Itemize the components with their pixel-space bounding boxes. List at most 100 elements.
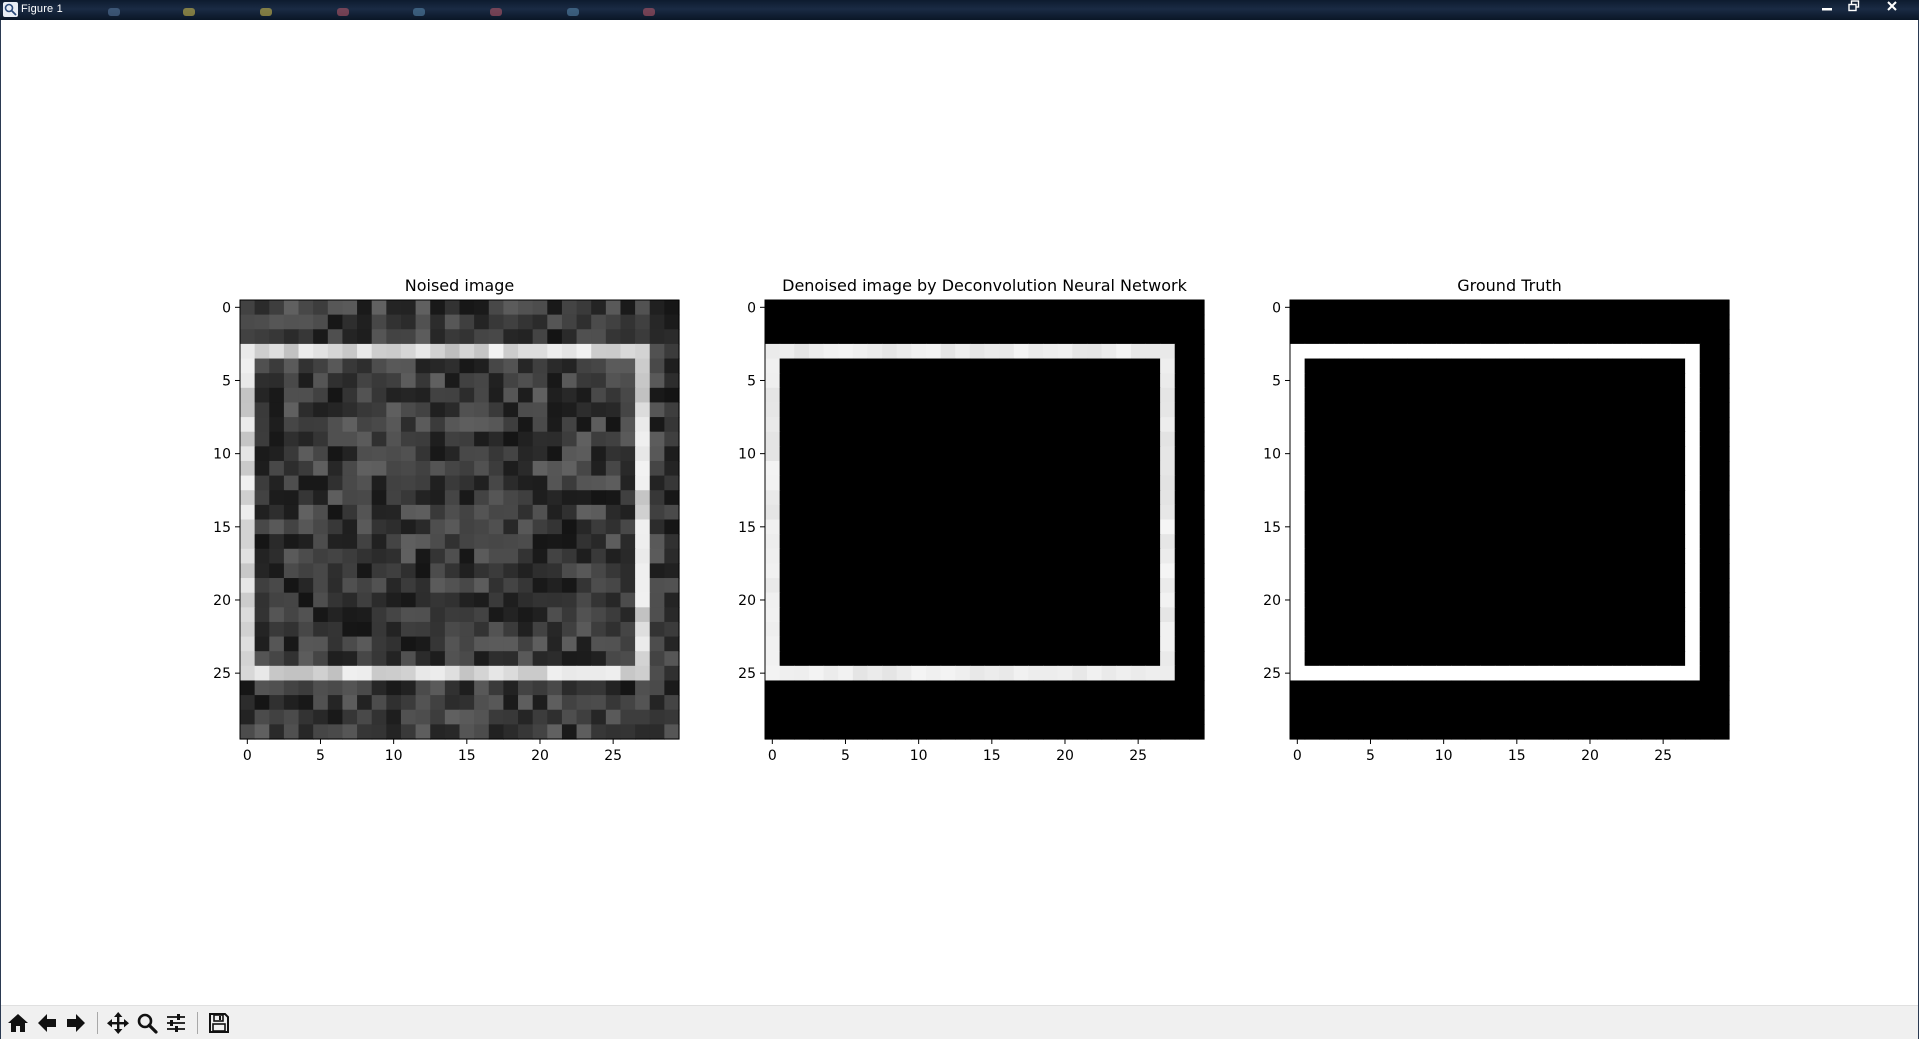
heatmap-cell <box>1043 548 1059 564</box>
heatmap-cell <box>999 651 1015 667</box>
heatmap-cell <box>1290 621 1306 638</box>
heatmap-cell <box>1714 548 1730 564</box>
heatmap-cell <box>1160 504 1176 521</box>
heatmap-cell <box>400 314 417 330</box>
heatmap-cell <box>1057 709 1073 725</box>
heatmap-cell <box>1377 651 1394 667</box>
heatmap-cell <box>1421 417 1437 433</box>
heatmap-cell <box>1626 460 1642 477</box>
heatmap-cell <box>1670 578 1686 594</box>
heatmap-cell <box>794 621 810 638</box>
heatmap-cell <box>400 519 417 535</box>
heatmap-cell <box>1145 563 1161 579</box>
heatmap-cell <box>794 607 810 623</box>
heatmap-cell <box>1655 387 1672 404</box>
heatmap-cell <box>1130 490 1147 506</box>
heatmap-cell <box>1568 402 1584 418</box>
heatmap-cell <box>283 314 300 330</box>
heatmap-cell <box>1465 417 1481 433</box>
heatmap-cell <box>547 680 563 696</box>
heatmap-cell <box>605 387 622 404</box>
heatmap-cell <box>838 578 854 594</box>
heatmap-cell <box>1072 680 1088 696</box>
pan-button[interactable] <box>105 1010 131 1036</box>
heatmap-cell <box>444 475 461 491</box>
heatmap-cell <box>298 548 314 564</box>
heatmap-cell <box>371 519 387 535</box>
heatmap-cell <box>852 504 869 521</box>
heatmap-cell <box>430 651 446 667</box>
heatmap-cell <box>1685 709 1701 725</box>
heatmap-cell <box>852 300 869 316</box>
heatmap-cell <box>1611 329 1628 345</box>
home-button[interactable] <box>5 1010 31 1036</box>
heatmap-cell <box>1524 504 1540 521</box>
heatmap-cell <box>1611 578 1628 594</box>
heatmap-cell <box>896 651 912 667</box>
heatmap-cell <box>808 695 825 711</box>
restore-button[interactable] <box>1842 0 1866 18</box>
heatmap-cell <box>1407 680 1423 696</box>
heatmap-cell <box>430 387 446 404</box>
heatmap-cell <box>984 534 1000 550</box>
heatmap-cell <box>415 578 431 594</box>
heatmap-cell <box>1130 300 1147 316</box>
heatmap-cell <box>1348 358 1364 374</box>
heatmap-cell <box>1189 446 1205 462</box>
heatmap-cell <box>1130 621 1147 638</box>
heatmap-cell <box>576 358 592 374</box>
heatmap-cell <box>1072 578 1088 594</box>
back-button[interactable] <box>34 1010 60 1036</box>
heatmap-cell <box>1101 724 1117 740</box>
heatmap-cell <box>1319 314 1335 330</box>
heatmap-cell <box>1465 578 1481 594</box>
save-button[interactable] <box>206 1010 232 1036</box>
heatmap-cell <box>1480 578 1496 594</box>
heatmap-cell <box>896 578 912 594</box>
heatmap-cell <box>1145 431 1161 447</box>
heatmap-cell <box>1290 314 1306 330</box>
forward-button[interactable] <box>63 1010 89 1036</box>
heatmap-cell <box>1509 475 1525 491</box>
heatmap-cell <box>1028 578 1044 594</box>
title-bar[interactable]: Figure 1 <box>0 0 1919 20</box>
heatmap-cell <box>1568 695 1584 711</box>
heatmap-cell <box>1348 592 1364 608</box>
heatmap-cell <box>503 680 519 696</box>
heatmap-cell <box>1553 724 1569 740</box>
heatmap-cell <box>779 446 795 462</box>
heatmap-cell <box>1304 709 1320 725</box>
heatmap-cell <box>1101 534 1117 550</box>
configure-subplots-button[interactable] <box>163 1010 189 1036</box>
figure-canvas[interactable]: Noised image 0 5 10 15 20 25 0 5 10 15 20 25 Denoised… <box>0 20 1919 1005</box>
heatmap-cell <box>823 446 839 462</box>
heatmap-cell <box>808 373 825 389</box>
heatmap-cell <box>808 563 825 579</box>
heatmap-cell <box>327 387 344 404</box>
heatmap-cell <box>1407 665 1423 682</box>
heatmap-cell <box>969 695 986 711</box>
heatmap-cell <box>1130 548 1147 564</box>
heatmap-cell <box>357 460 373 477</box>
heatmap-cell <box>430 431 446 447</box>
heatmap-cell <box>808 621 825 638</box>
heatmap-cell <box>635 431 651 447</box>
heatmap-cell <box>576 592 592 608</box>
heatmap-cell <box>1377 490 1394 506</box>
heatmap-cell <box>269 431 285 447</box>
heatmap-cell <box>1290 300 1306 316</box>
heatmap-cell <box>576 651 592 667</box>
heatmap-cell <box>400 665 417 682</box>
heatmap-cell <box>1641 417 1657 433</box>
heatmap-cell <box>984 680 1000 696</box>
heatmap-cell <box>779 621 795 638</box>
heatmap-cell <box>400 300 417 316</box>
heatmap-cell <box>1568 300 1584 316</box>
close-button[interactable] <box>1880 0 1904 18</box>
heatmap-cell <box>1174 578 1190 594</box>
minimize-button[interactable] <box>1815 0 1839 18</box>
heatmap-cell <box>955 636 971 652</box>
zoom-button[interactable] <box>134 1010 160 1036</box>
heatmap-cell <box>794 519 810 535</box>
heatmap-cell <box>1116 578 1132 594</box>
